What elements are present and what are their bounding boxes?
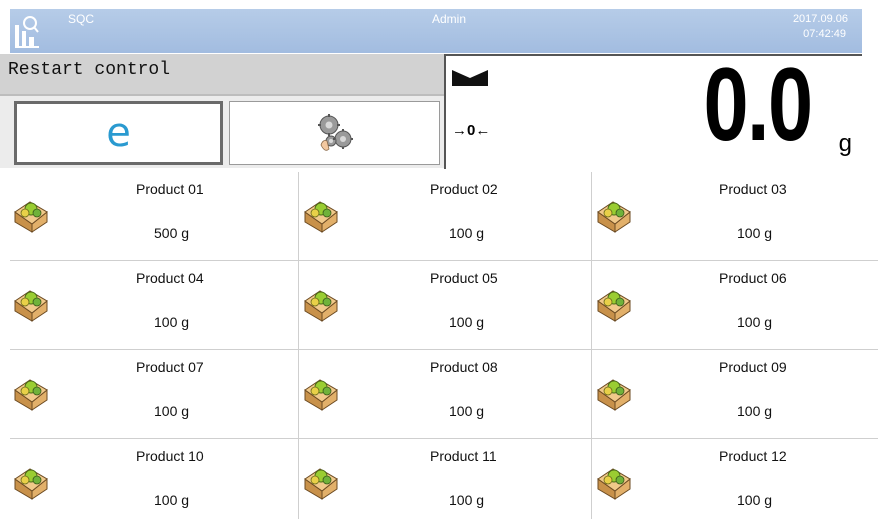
product-mass: 100 g [449, 492, 485, 508]
product-grid: Product 01 500 g Product 02 100 g Product 03… [10, 172, 878, 519]
weighing-display: →0← 0.0 g [444, 47, 862, 169]
product-tile[interactable]: Product 06 100 g [593, 261, 878, 349]
product-box-icon [304, 468, 338, 500]
product-mass: 100 g [154, 314, 190, 330]
product-mass: 500 g [154, 225, 190, 241]
product-name: Product 04 [136, 270, 204, 286]
product-tile[interactable]: Product 10 100 g [10, 439, 299, 519]
time-display: 07:42:49 [803, 28, 846, 40]
weight-value: 0.0 [703, 47, 814, 163]
product-tile[interactable]: Product 12 100 g [593, 439, 878, 519]
product-tile[interactable]: Product 08 100 g [300, 350, 592, 438]
product-name: Product 12 [719, 448, 787, 464]
product-mass: 100 g [737, 225, 773, 241]
product-mass: 100 g [737, 492, 773, 508]
product-box-icon [597, 379, 631, 411]
settings-button[interactable] [229, 101, 440, 165]
product-box-icon [597, 201, 631, 233]
product-name: Product 09 [719, 359, 787, 375]
product-name: Product 11 [430, 448, 497, 464]
product-tile[interactable]: Product 11 100 g [300, 439, 592, 519]
e-icon: e [106, 110, 131, 156]
product-box-icon [597, 290, 631, 322]
product-name: Product 07 [136, 359, 204, 375]
product-row: Product 01 500 g Product 02 100 g Product 03… [10, 172, 878, 261]
e-button[interactable]: e [14, 101, 223, 165]
user-name: Admin [432, 12, 467, 26]
product-box-icon [304, 201, 338, 233]
product-tile[interactable]: Product 04 100 g [10, 261, 299, 349]
product-tile[interactable]: Product 09 100 g [593, 350, 878, 438]
date-display: 2017.09.06 [792, 13, 848, 25]
product-row: Product 07 100 g Product 08 100 g Product 09… [10, 350, 878, 439]
scale-logo-icon [15, 16, 39, 48]
product-tile[interactable]: Product 01 500 g [10, 172, 299, 260]
product-name: Product 01 [136, 181, 204, 197]
product-box-icon [304, 290, 338, 322]
product-box-icon [14, 201, 48, 233]
product-box-icon [597, 468, 631, 500]
product-tile[interactable]: Product 02 100 g [300, 172, 592, 260]
mode-title: Restart control [8, 60, 171, 80]
app-name: SQC [68, 12, 95, 26]
product-box-icon [14, 468, 48, 500]
action-button-area: e [0, 94, 444, 168]
product-name: Product 02 [430, 181, 498, 197]
product-name: Product 05 [430, 270, 498, 286]
product-mass: 100 g [449, 225, 485, 241]
product-mass: 100 g [449, 403, 485, 419]
product-row: Product 04 100 g Product 05 100 g Product 06… [10, 261, 878, 350]
product-mass: 100 g [737, 314, 773, 330]
product-name: Product 10 [136, 448, 204, 464]
product-box-icon [14, 290, 48, 322]
product-row: Product 10 100 g Product 11 100 g Product 12… [10, 439, 878, 519]
product-box-icon [14, 379, 48, 411]
product-mass: 100 g [449, 314, 485, 330]
product-box-icon [304, 379, 338, 411]
product-name: Product 06 [719, 270, 787, 286]
product-mass: 100 g [737, 403, 773, 419]
product-mass: 100 g [154, 403, 190, 419]
product-name: Product 08 [430, 359, 498, 375]
gears-hand-icon [317, 114, 353, 151]
product-tile[interactable]: Product 07 100 g [10, 350, 299, 438]
mode-title-bar: Restart control [0, 54, 444, 94]
product-tile[interactable]: Product 03 100 g [593, 172, 878, 260]
product-mass: 100 g [154, 492, 190, 508]
product-tile[interactable]: Product 05 100 g [300, 261, 592, 349]
zero-indicator: →0← [452, 122, 491, 139]
product-name: Product 03 [719, 181, 787, 197]
weight-unit: g [838, 130, 852, 157]
stability-marker-icon [452, 70, 488, 86]
